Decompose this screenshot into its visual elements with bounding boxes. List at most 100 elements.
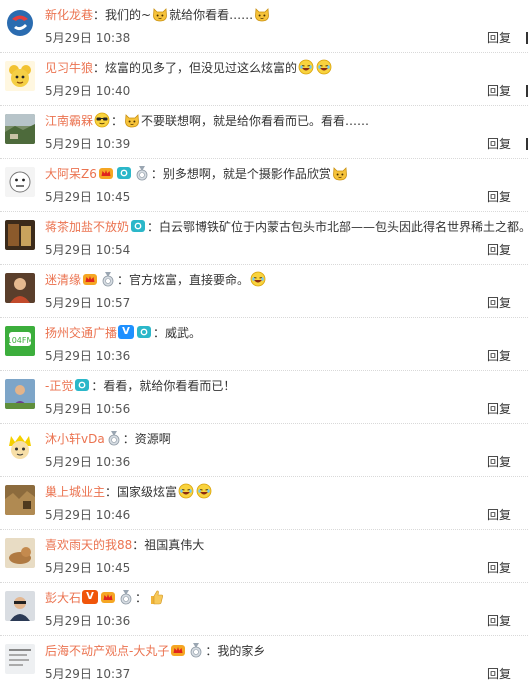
timestamp: 5月29日 10:36 — [45, 614, 131, 628]
sunglasses-emoji-icon — [94, 112, 110, 128]
username[interactable]: 扬州交通广播 — [45, 326, 117, 340]
comment-text: 就给你看看…… — [169, 8, 254, 22]
laughing-emoji-icon — [250, 271, 266, 287]
username[interactable]: 新化龙巷 — [45, 8, 93, 22]
username[interactable]: 彭大石 — [45, 591, 81, 605]
username[interactable]: 后海不动产观点-大丸子 — [45, 644, 169, 658]
reply-button[interactable]: 回复 — [487, 454, 511, 470]
comment-text: 炫富的见多了，但没见过这么炫富的 — [105, 61, 298, 75]
comment-row: 巢上城业主：国家级炫富 5月29日 10:46 回复 — [0, 477, 528, 530]
timestamp: 5月29日 10:45 — [45, 561, 131, 575]
comment-list: 新化龙巷：我们的~ 就给你看看…… 5月29日 10:38 回复 见习牛狼：炫富的… — [0, 0, 528, 689]
reply-button[interactable]: 回复 — [487, 507, 511, 523]
vip-badge-icon[interactable]: V — [82, 590, 99, 604]
colon: ： — [153, 326, 166, 340]
comment-text: 我的家乡 — [217, 644, 266, 658]
comment-row: 沐小轩vDa ：资源啊 5月29日 10:36 回复 — [0, 424, 528, 477]
timestamp: 5月29日 10:40 — [45, 84, 131, 98]
username[interactable]: 江南霸槑 — [45, 114, 93, 128]
reply-button[interactable]: 回复 — [487, 348, 511, 364]
comment-text: 国家级炫富 — [117, 485, 178, 499]
username[interactable]: 喜欢雨天的我88 — [45, 538, 132, 552]
vip-crown-icon[interactable] — [82, 271, 98, 287]
colon: ： — [93, 8, 106, 22]
laughing-emoji-icon — [178, 483, 194, 499]
comment-row: -正觉 ：看看，就给你看看而已！ 5月29日 10:56 回复 — [0, 371, 528, 424]
reply-button[interactable]: 回复 — [487, 136, 511, 152]
reply-button[interactable]: 回复 — [487, 401, 511, 417]
avatar[interactable] — [5, 591, 35, 621]
comment-text: 看看，就给你看看而已！ — [103, 379, 236, 393]
avatar[interactable] — [5, 273, 35, 303]
avatar[interactable] — [5, 379, 35, 409]
comment-text: 我们的~ — [105, 8, 152, 22]
colon: ： — [117, 273, 130, 287]
comment-text: 别多想啊，就是个摄影作品欣赏 — [162, 167, 331, 181]
colon: ： — [132, 538, 145, 552]
medal-icon[interactable] — [106, 430, 122, 446]
camera-icon[interactable] — [130, 218, 146, 234]
username[interactable]: 蒋茶加盐不放奶 — [45, 220, 129, 234]
avatar[interactable]: 104FM — [5, 326, 35, 356]
colon: ： — [135, 591, 148, 605]
comment-row: 大阿呆Z6 ：别多想啊，就是个摄影作品欣赏 5月29日 10:45 回复 — [0, 159, 528, 212]
timestamp: 5月29日 10:57 — [45, 296, 131, 310]
colon: ： — [122, 432, 135, 446]
camera-icon[interactable] — [74, 377, 90, 393]
username[interactable]: 迷清缘 — [45, 273, 81, 287]
avatar[interactable] — [5, 432, 35, 462]
avatar[interactable] — [5, 114, 35, 144]
timestamp: 5月29日 10:39 — [45, 137, 131, 151]
comment-text: 威武。 — [165, 326, 202, 340]
camera-icon[interactable] — [136, 324, 152, 340]
avatar[interactable] — [5, 644, 35, 674]
medal-icon[interactable] — [118, 589, 134, 605]
username[interactable]: -正觉 — [45, 379, 73, 393]
reply-button[interactable]: 回复 — [487, 613, 511, 629]
username[interactable]: 大阿呆Z6 — [45, 167, 97, 181]
laughing-emoji-icon — [298, 59, 314, 75]
username[interactable]: 见习牛狼 — [45, 61, 93, 75]
vip-crown-icon[interactable] — [98, 165, 114, 181]
cat-emoji-icon — [332, 165, 348, 181]
camera-icon[interactable] — [116, 165, 132, 181]
timestamp: 5月29日 10:36 — [45, 349, 131, 363]
timestamp: 5月29日 10:56 — [45, 402, 131, 416]
reply-button[interactable]: 回复 — [487, 30, 511, 46]
reply-button[interactable]: 回复 — [487, 83, 511, 99]
comment-text: 白云鄂博铁矿位于内蒙古包头市北部——包头因此得名世界稀土之都。 — [159, 220, 528, 234]
vip-crown-icon[interactable] — [100, 589, 116, 605]
reply-button[interactable]: 回复 — [487, 666, 511, 682]
comment-text: 祖国真伟大 — [144, 538, 205, 552]
medal-icon[interactable] — [188, 642, 204, 658]
comment-row: 蒋茶加盐不放奶 ：白云鄂博铁矿位于内蒙古包头市北部——包头因此得名世界稀土之都。 … — [0, 212, 528, 265]
cat-emoji-icon — [124, 112, 140, 128]
verified-badge-icon[interactable]: V — [118, 325, 135, 339]
avatar[interactable] — [5, 61, 35, 91]
reply-button[interactable]: 回复 — [487, 560, 511, 576]
comment-text: 不要联想啊，就是给你看看而已。看看…… — [141, 114, 370, 128]
colon: ： — [105, 485, 118, 499]
username[interactable]: 沐小轩vDa — [45, 432, 105, 446]
comment-row: 新化龙巷：我们的~ 就给你看看…… 5月29日 10:38 回复 — [0, 0, 528, 53]
reply-button[interactable]: 回复 — [487, 189, 511, 205]
cat-emoji-icon — [152, 6, 168, 22]
comment-row: 104FM 扬州交通广播 V ：威武。 5月29日 10:36 回复 — [0, 318, 528, 371]
timestamp: 5月29日 10:38 — [45, 31, 131, 45]
avatar[interactable] — [5, 485, 35, 515]
comment-row: 见习牛狼：炫富的见多了，但没见过这么炫富的 5月29日 10:40 回复 — [0, 53, 528, 106]
vip-crown-icon[interactable] — [170, 642, 186, 658]
reply-button[interactable]: 回复 — [487, 295, 511, 311]
avatar[interactable] — [5, 220, 35, 250]
avatar[interactable] — [5, 8, 35, 38]
username[interactable]: 巢上城业主 — [45, 485, 105, 499]
avatar[interactable] — [5, 167, 35, 197]
laughing-emoji-icon — [196, 483, 212, 499]
medal-icon[interactable] — [100, 271, 116, 287]
cat-emoji-icon — [254, 6, 270, 22]
avatar[interactable] — [5, 538, 35, 568]
medal-icon[interactable] — [134, 165, 150, 181]
timestamp: 5月29日 10:45 — [45, 190, 131, 204]
reply-button[interactable]: 回复 — [487, 242, 511, 258]
thumbs-up-emoji-icon — [148, 589, 164, 605]
